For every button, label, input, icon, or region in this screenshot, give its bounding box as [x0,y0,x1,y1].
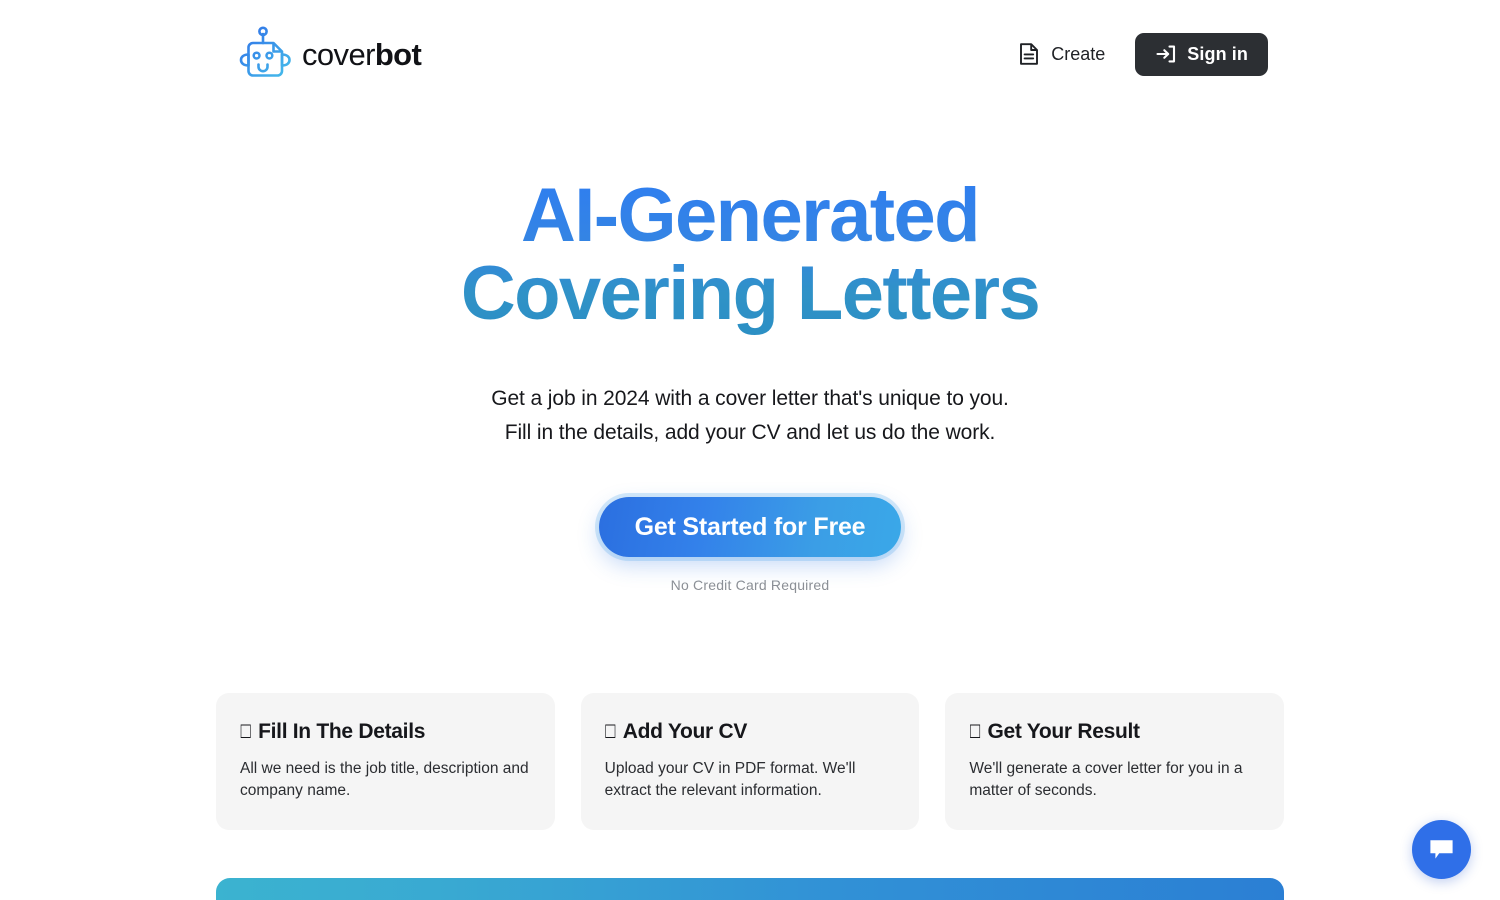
feature-card-title: ⎕ Get Your Result [969,719,1260,744]
chat-bubble-icon [1430,840,1453,859]
chat-widget-button[interactable] [1412,820,1471,879]
hero-section: AI-Generated Covering Letters Get a job … [0,178,1500,593]
feature-card-title-text: Fill In The Details [258,720,426,743]
feature-card: ⎕ Add Your CV Upload your CV in PDF form… [580,693,920,831]
clipboard-emoji-icon: ⎕ [240,721,252,743]
hero-subtitle: Get a job in 2024 with a cover letter th… [0,382,1500,450]
page-title-line-2: Covering Letters [460,251,1040,336]
landing-page: coverbot Create Sign in AI-Generated Cov… [0,0,1500,900]
feature-cards: ⎕ Fill In The Details All we need is the… [216,693,1285,831]
feature-card: ⎕ Get Your Result We'll generate a cover… [945,693,1285,831]
hero-subtitle-line-2: Fill in the details, add your CV and let… [504,421,996,444]
robot-head-icon [239,26,291,77]
get-started-button[interactable]: Get Started for Free [598,497,902,557]
cta-group: Get Started for Free No Credit Card Requ… [0,497,1500,593]
clipboard-emoji-icon: ⎕ [604,721,616,743]
page-title: AI-Generated Covering Letters [0,178,1500,338]
sign-in-button[interactable]: Sign in [1135,32,1268,76]
feature-card: ⎕ Fill In The Details All we need is the… [216,693,555,831]
brand-logo[interactable]: coverbot [232,23,422,85]
document-icon [1020,43,1039,65]
feature-card-title-text: Add Your CV [622,720,748,743]
brand-name-bold: bot [374,36,422,72]
brand-name-light: cover [302,36,375,72]
brand-name: coverbot [302,36,422,72]
feature-card-title: ⎕ Fill In The Details [240,719,531,744]
feature-card-title-text: Get Your Result [987,720,1140,743]
feature-card-body: We'll generate a cover letter for you in… [969,760,1243,800]
feature-card-body: All we need is the job title, descriptio… [240,760,529,800]
sign-in-button-label: Sign in [1187,43,1248,64]
cta-note: No Credit Card Required [670,577,830,593]
create-button-label: Create [1051,43,1106,64]
bottom-gradient-banner [216,878,1284,900]
page-title-line-1: AI-Generated [520,173,980,258]
clipboard-emoji-icon: ⎕ [969,721,981,743]
feature-card-title: ⎕ Add Your CV [605,719,896,744]
create-button[interactable]: Create [1016,36,1107,72]
site-header: coverbot Create Sign in [0,0,1500,108]
hero-subtitle-line-1: Get a job in 2024 with a cover letter th… [491,387,1009,410]
login-arrow-icon [1156,45,1176,63]
header-actions: Create Sign in [1016,32,1268,76]
feature-card-body: Upload your CV in PDF format. We'll extr… [604,760,856,800]
